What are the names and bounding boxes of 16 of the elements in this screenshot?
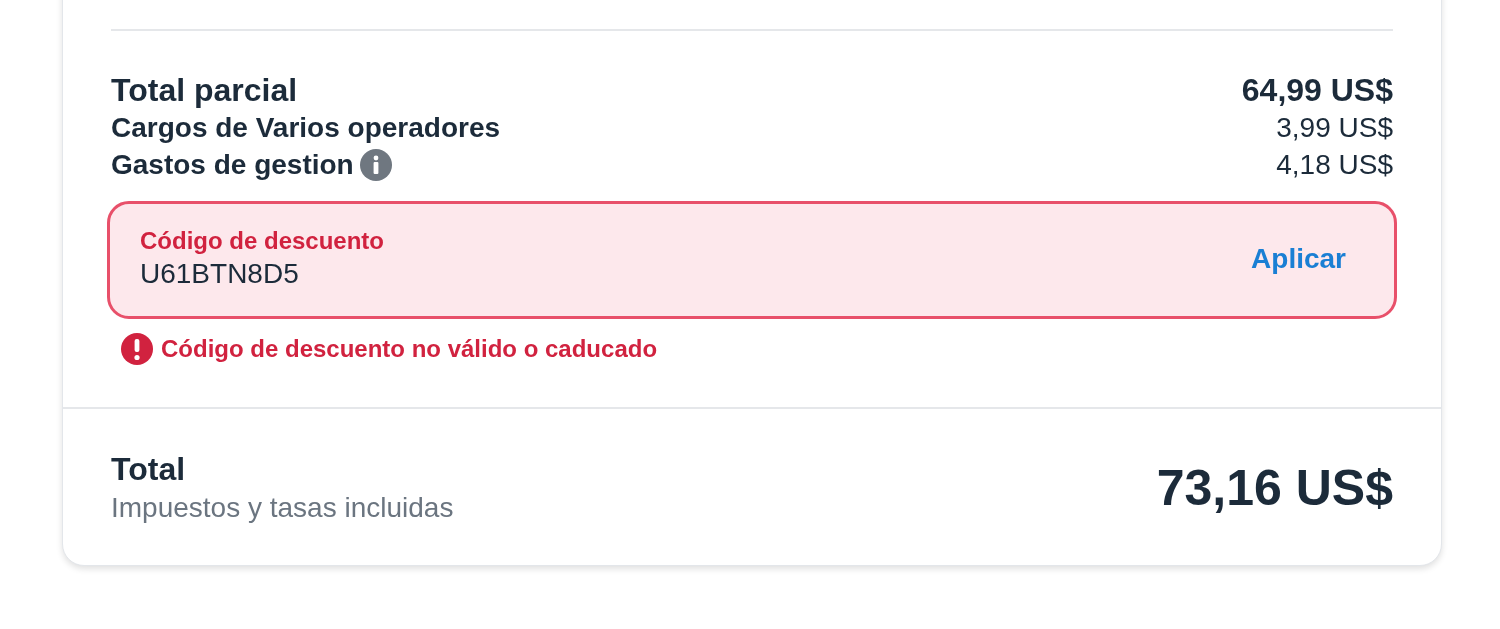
- line-label: Cargos de Varios operadores: [111, 111, 501, 145]
- apply-button[interactable]: Aplicar: [1251, 238, 1346, 280]
- error-message: Código de descuento no válido o caducado: [161, 334, 658, 364]
- line-label: Total parcial: [111, 71, 298, 109]
- total-label: Total: [111, 450, 187, 489]
- line-label: Gastos de gestion: [111, 148, 354, 182]
- line-amount: 64,99 US$: [1241, 71, 1393, 109]
- error-icon: [121, 333, 153, 365]
- info-icon[interactable]: [359, 148, 392, 181]
- line-amount: 4,18 US$: [1276, 148, 1393, 182]
- code-input[interactable]: U61BTN8D5: [140, 256, 1252, 292]
- discount-field[interactable]: Código de descuento U61BTN8D5 Aplicar: [107, 201, 1397, 319]
- total-amount: 73,16 US$: [1156, 458, 1393, 518]
- field-label: Código de descuento: [140, 226, 385, 256]
- line-amount: 3,99 US$: [1276, 111, 1393, 145]
- tax-note: Impuestos y tasas incluidas: [111, 491, 454, 525]
